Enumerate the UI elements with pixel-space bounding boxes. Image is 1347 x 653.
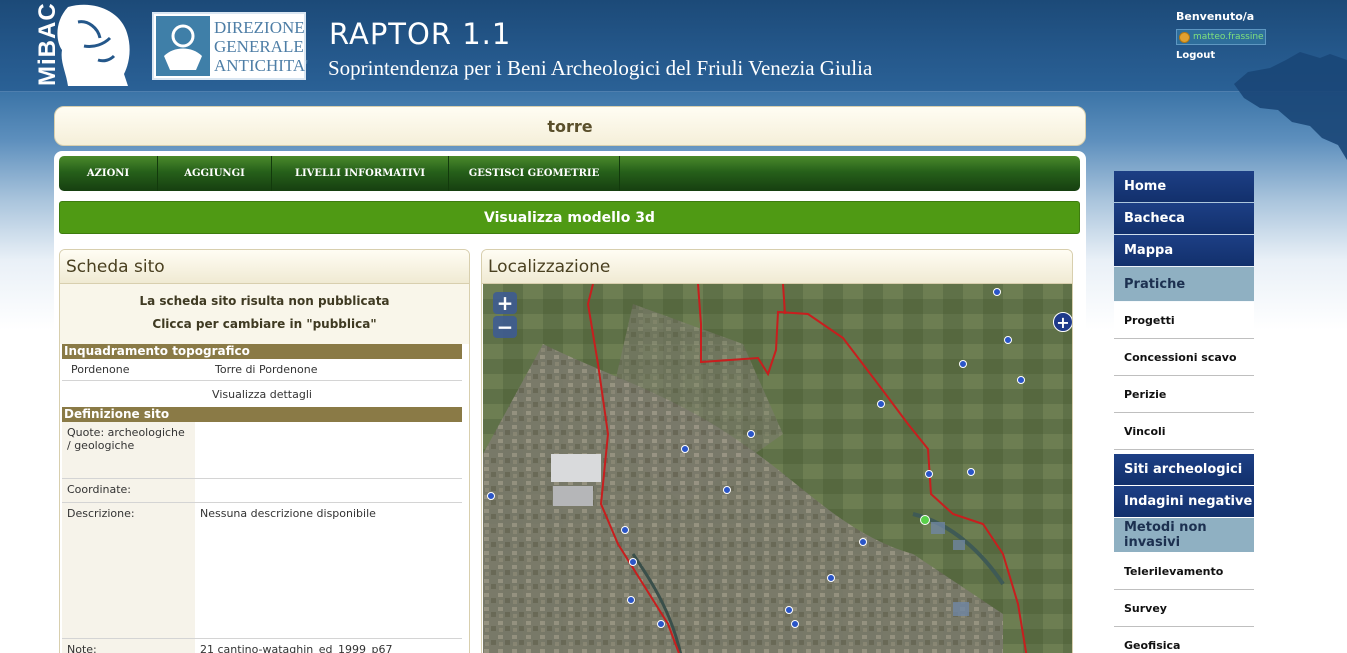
nav-telerilevamento[interactable]: Telerilevamento [1114,553,1254,590]
view-3d-model-button[interactable]: Visualizza modello 3d [59,201,1080,234]
field-row-descrizione: Descrizione: Nessuna descrizione disponi… [62,503,462,639]
field-label: Coordinate: [62,479,195,502]
page-title: torre [54,106,1086,146]
app-subtitle: Soprintendenza per i Beni Archeologici d… [328,56,873,80]
field-row-note: Note: 21 cantino-wataghin_ed_1999_p67 [62,639,462,653]
field-row-quote: Quote: archeologiche / geologiche [62,422,462,479]
app-title: RAPTOR 1.1 [329,17,512,51]
nav-indagini-negative[interactable]: Indagini negative [1114,486,1254,517]
zoom-in-button[interactable]: + [493,291,517,315]
scheda-sito-panel: Scheda sito La scheda sito risulta non p… [59,249,470,653]
user-chip[interactable]: matteo.frassine [1176,29,1266,45]
region-map-icon [1234,52,1347,160]
section-topo-heading: Inquadramento topografico [62,344,462,359]
toolbar-livelli-button[interactable]: LIVELLI INFORMATIVI [272,156,449,191]
localizzazione-panel: Localizzazione + − + [481,249,1073,653]
satellite-map[interactable]: + − + [483,283,1072,653]
nav-mappa[interactable]: Mappa [1114,235,1254,266]
header: MiBAC DIREZIONE GENERALE ANTICHITA' RAPT… [0,0,1347,92]
field-value [195,479,462,502]
nav-bacheca[interactable]: Bacheca [1114,203,1254,234]
topo-comune: Pordenone [71,363,130,376]
zoom-out-button[interactable]: − [493,315,517,339]
username: matteo.frassine [1193,32,1264,42]
side-navigation: Home Bacheca Mappa Pratiche Progetti Con… [1114,171,1254,653]
topo-localita: Torre di Pordenone [215,363,318,376]
nav-metodi-non-invasivi[interactable]: Metodi non invasivi [1114,518,1254,552]
topo-row: Pordenone Torre di Pordenone [62,359,462,381]
field-label: Note: [62,639,195,653]
nav-survey[interactable]: Survey [1114,590,1254,627]
publish-status-line1: La scheda sito risulta non pubblicata [139,294,390,308]
nav-vincoli[interactable]: Vincoli [1114,413,1254,450]
publish-toggle-link[interactable]: Clicca per cambiare in "pubblica" [60,313,469,336]
publish-status[interactable]: La scheda sito risulta non pubblicata Cl… [60,284,469,344]
field-value: Nessuna descrizione disponibile [200,507,376,520]
dga-emblem-icon [156,16,210,76]
field-row-coordinate: Coordinate: [62,479,462,503]
section-def-heading: Definizione sito [62,407,462,422]
dga-logo[interactable]: DIREZIONE GENERALE ANTICHITA' [152,12,309,80]
nav-pratiche[interactable]: Pratiche [1114,267,1254,301]
toolbar-azioni-button[interactable]: AZIONI [59,156,158,191]
nav-home[interactable]: Home [1114,171,1254,202]
localizzazione-title: Localizzazione [482,250,1072,284]
field-label: Quote: archeologiche / geologiche [62,422,195,478]
nav-concessioni-scavo[interactable]: Concessioni scavo [1114,339,1254,376]
layer-switcher-button[interactable]: + [1053,312,1072,332]
nav-geofisica[interactable]: Geofisica [1114,627,1254,653]
field-label: Descrizione: [62,503,195,638]
toolbar: AZIONI AGGIUNGI LIVELLI INFORMATIVI GEST… [59,156,1080,191]
welcome-text: Benvenuto/a [1176,10,1255,23]
user-avatar-icon [1179,31,1190,43]
nav-perizie[interactable]: Perizie [1114,376,1254,413]
nav-progetti[interactable]: Progetti [1114,302,1254,339]
scheda-sito-title: Scheda sito [60,250,469,284]
view-details-link[interactable]: Visualizza dettagli [62,381,462,407]
nav-siti-archeologici[interactable]: Siti archeologici [1114,454,1254,485]
toolbar-aggiungi-button[interactable]: AGGIUNGI [158,156,272,191]
field-value [195,422,462,478]
mibac-text: MiBAC [34,2,61,86]
field-value: 21 cantino-wataghin_ed_1999_p67 [200,643,393,653]
map-imagery [483,283,1072,653]
dga-text: DIREZIONE GENERALE ANTICHITA' [214,18,309,75]
toolbar-geometrie-button[interactable]: GESTISCI GEOMETRIE [449,156,620,191]
